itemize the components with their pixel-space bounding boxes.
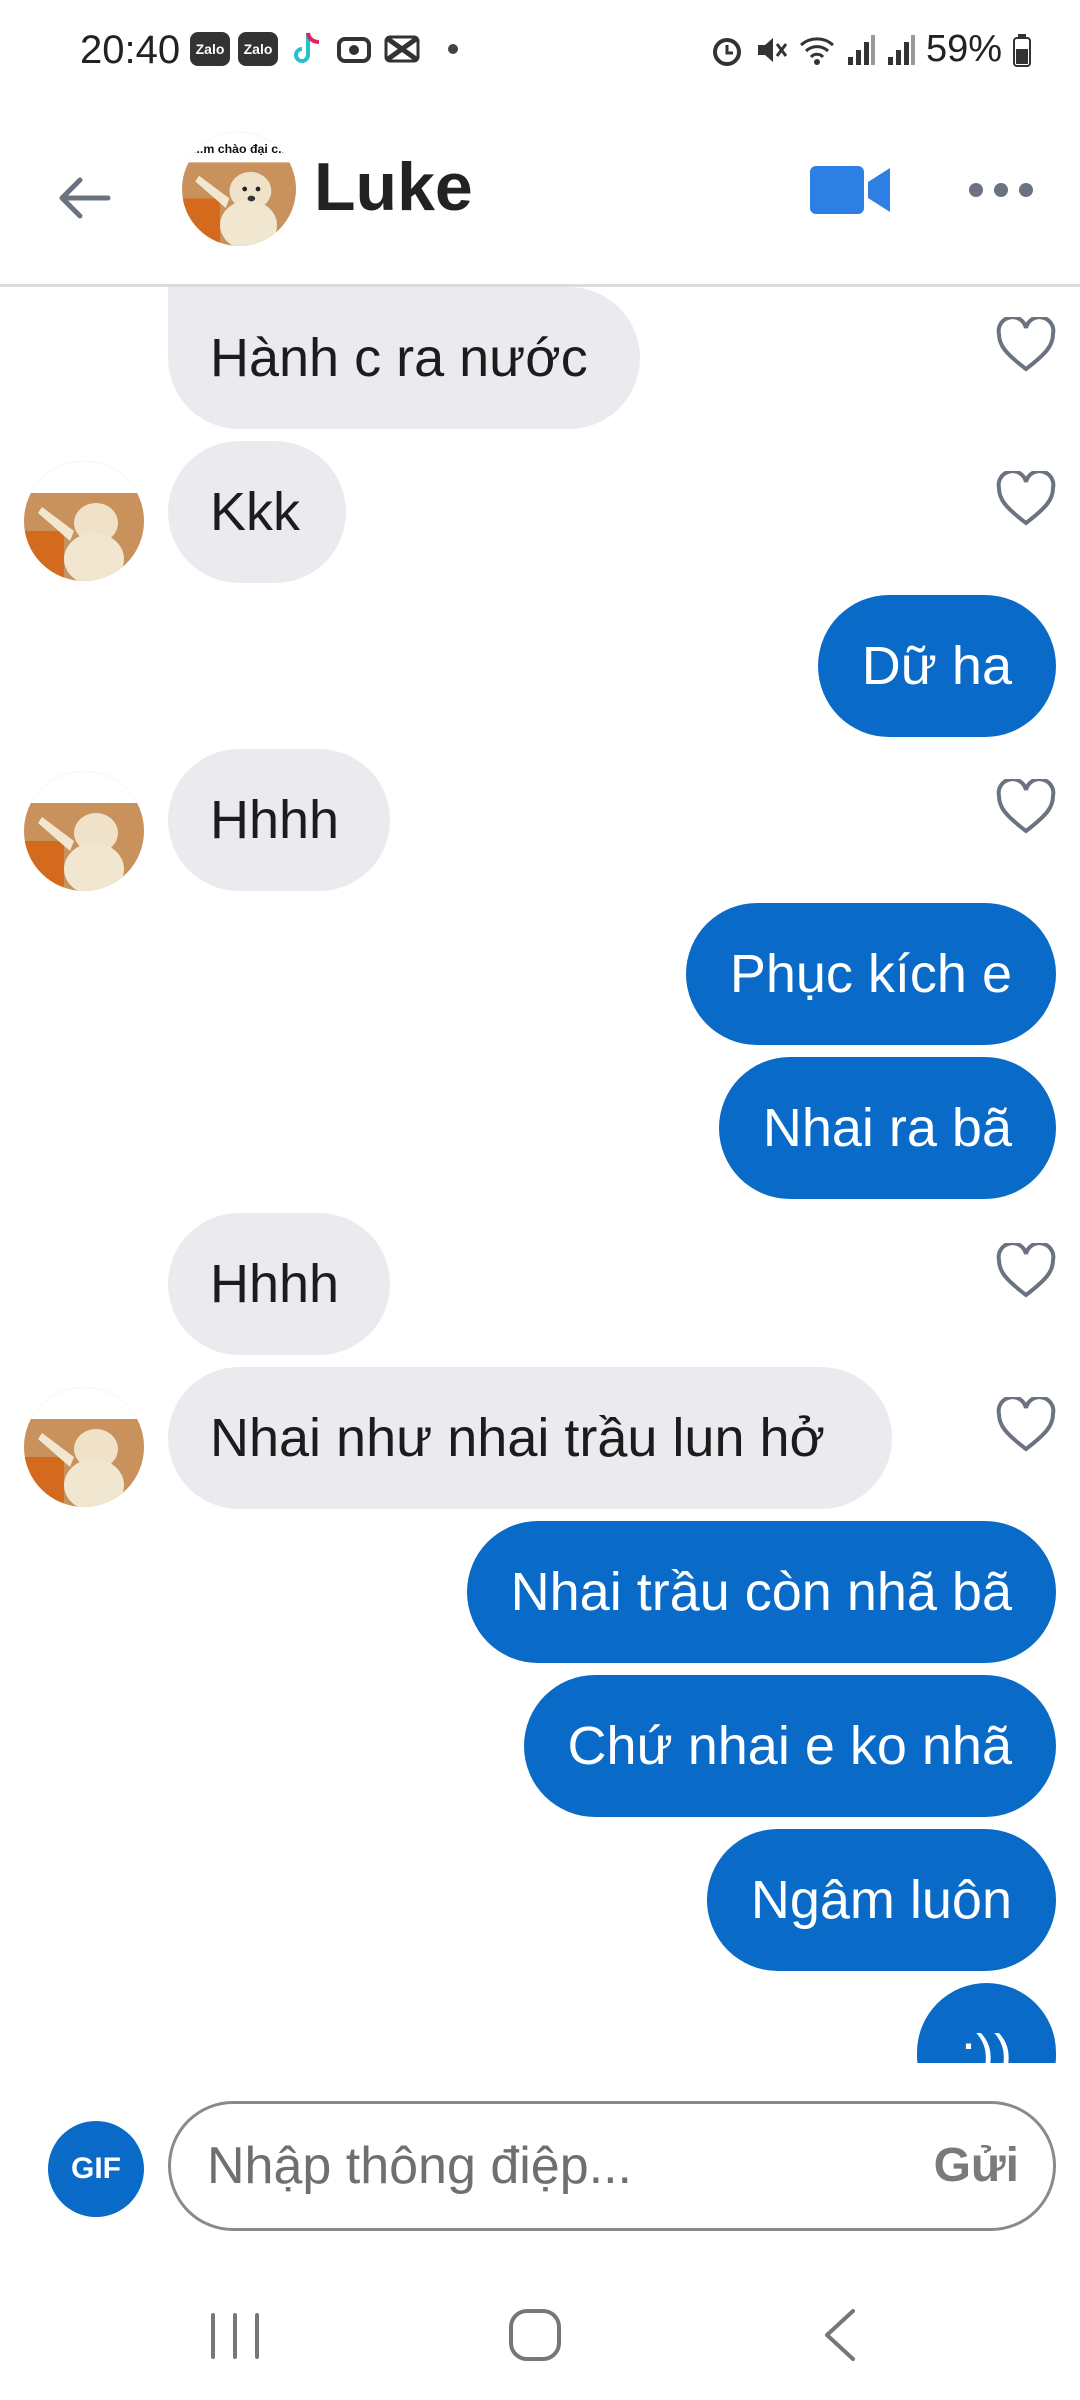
send-button[interactable]: Gửi: [934, 2104, 1019, 2228]
incoming-message[interactable]: Kkk: [168, 441, 346, 583]
avatar[interactable]: [24, 461, 144, 581]
wifi-icon: [799, 36, 834, 65]
status-bar: 20:40 Zalo Zalo 59%: [0, 0, 1080, 110]
outgoing-message[interactable]: Phục kích e: [685, 903, 1056, 1045]
heart-icon[interactable]: [995, 779, 1057, 835]
heart-icon[interactable]: [995, 1397, 1057, 1453]
zalo-icon: Zalo: [190, 32, 230, 66]
capcut-icon: [382, 32, 422, 66]
status-time: 20:40: [80, 28, 181, 72]
more-notifications-dot: [448, 44, 458, 54]
outgoing-message[interactable]: Nhai trầu còn nhã bã: [466, 1521, 1056, 1663]
outgoing-message[interactable]: Ngâm luôn: [706, 1829, 1056, 1971]
heart-icon[interactable]: [995, 1243, 1057, 1299]
message-list[interactable]: Hành c ra nước Kkk Dữ ha Hhhh Phục kích …: [0, 287, 1080, 2063]
signal-icon: [887, 34, 915, 65]
signal-icon: [847, 34, 875, 65]
outgoing-message[interactable]: Dữ ha: [817, 595, 1056, 737]
outgoing-message[interactable]: Nhai ra bã: [718, 1057, 1056, 1199]
zalo-icon: Zalo: [238, 32, 278, 66]
avatar-caption: ...m chào đại c..: [193, 142, 285, 156]
video-call-button[interactable]: [808, 160, 892, 220]
system-status: 59%: [710, 28, 1032, 71]
back-button[interactable]: [50, 158, 120, 238]
video-call-icon: [810, 166, 890, 214]
more-options-button[interactable]: [966, 170, 1036, 210]
incoming-message[interactable]: Hhhh: [168, 1213, 390, 1355]
back-arrow-icon: [59, 177, 111, 219]
outgoing-message[interactable]: :)): [917, 1983, 1056, 2063]
message-input-placeholder[interactable]: Nhập thông điệp...: [207, 2104, 632, 2228]
tiktok-icon: [286, 32, 326, 66]
battery-percent: 59%: [925, 28, 1002, 70]
avatar[interactable]: [24, 1387, 144, 1507]
system-nav-bar: [0, 2263, 1080, 2400]
back-icon[interactable]: [815, 2305, 865, 2365]
chat-header: ...m chào đại c.. Luke: [0, 110, 1080, 287]
gif-button[interactable]: GIF: [48, 2121, 144, 2217]
alarm-icon: [712, 37, 741, 66]
avatar[interactable]: [24, 771, 144, 891]
message-composer: GIF Nhập thông điệp... Gửi: [0, 2063, 1080, 2263]
heart-icon[interactable]: [995, 317, 1057, 373]
outgoing-message[interactable]: Chứ nhai e ko nhã: [523, 1675, 1056, 1817]
home-icon[interactable]: [505, 2305, 565, 2365]
battery-icon: [1013, 33, 1031, 67]
incoming-message[interactable]: Nhai như nhai trầu lun hở: [168, 1367, 892, 1509]
capcut-icon: [334, 32, 374, 66]
contact-name[interactable]: Luke: [314, 148, 473, 226]
avatar[interactable]: ...m chào đại c..: [182, 132, 296, 246]
incoming-message[interactable]: Hhhh: [168, 749, 390, 891]
mute-icon: [757, 37, 788, 62]
message-input[interactable]: Nhập thông điệp... Gửi: [168, 2101, 1056, 2231]
recent-apps-icon[interactable]: [205, 2311, 265, 2361]
incoming-message[interactable]: Hành c ra nước: [168, 287, 640, 429]
heart-icon[interactable]: [995, 471, 1057, 527]
notification-icons: Zalo Zalo: [190, 32, 458, 66]
more-icon: [969, 183, 1033, 197]
